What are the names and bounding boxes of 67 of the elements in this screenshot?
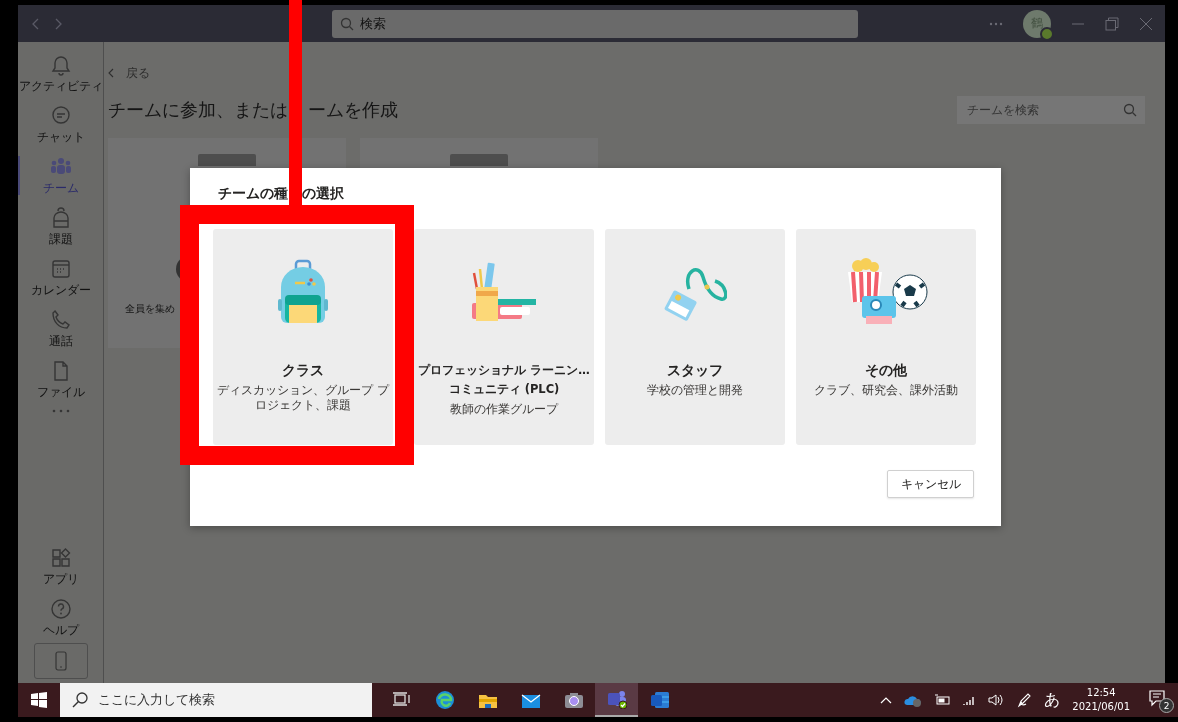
sidebar-item[interactable]: ヘルプ bbox=[17, 592, 104, 643]
sidebar-item[interactable]: 課題 bbox=[17, 201, 104, 252]
card-title: プロフェッショナル ラーニン… bbox=[418, 362, 590, 379]
chevron-left-icon bbox=[108, 68, 114, 78]
help-icon bbox=[48, 596, 73, 621]
card-header bbox=[198, 154, 256, 166]
clock[interactable]: 12:54 2021/06/01 bbox=[1072, 686, 1130, 714]
mobile-phone-icon bbox=[54, 651, 67, 671]
card-title: スタッフ bbox=[667, 361, 723, 380]
pencil-cup-and-books-drawing bbox=[472, 262, 536, 321]
page-heading: チームに参加、または bbox=[108, 99, 288, 122]
team-type-card[interactable]: プロフェッショナル ラーニン… コミュニティ (PLC) 教師の作業グループ bbox=[414, 229, 594, 445]
sidebar-item[interactable]: 通話 bbox=[17, 303, 104, 354]
card-description: 教師の作業グループ bbox=[449, 401, 560, 417]
restore-icon[interactable] bbox=[1105, 16, 1119, 31]
battery-icon[interactable] bbox=[934, 694, 951, 706]
clock-date: 2021/06/01 bbox=[1072, 700, 1130, 714]
search-field[interactable]: 検索 bbox=[332, 9, 858, 38]
page-heading: ームを作成 bbox=[308, 99, 398, 122]
lanyard-badge-drawing bbox=[663, 268, 727, 321]
sidebar-item[interactable]: アプリ bbox=[17, 541, 104, 592]
dialog-title: チームの種 bbox=[218, 185, 288, 203]
sidebar-item[interactable]: チャット bbox=[17, 99, 104, 150]
search-placeholder: チームを検索 bbox=[967, 101, 1039, 119]
search-icon bbox=[340, 16, 354, 31]
taskbar-app[interactable] bbox=[595, 683, 638, 717]
browser-icon bbox=[434, 690, 455, 710]
sidebar-item[interactable]: ファイル bbox=[17, 354, 104, 405]
search-placeholder: 検索 bbox=[360, 14, 386, 33]
clock-time: 12:54 bbox=[1086, 686, 1116, 700]
sidebar-item[interactable]: チーム bbox=[17, 150, 104, 201]
document-app-icon bbox=[649, 690, 670, 710]
notification-icon bbox=[1148, 689, 1166, 707]
input-method-indicator[interactable]: あ bbox=[1044, 689, 1061, 711]
chat-app-icon bbox=[606, 689, 627, 709]
team-search-field[interactable]: チームを検索 bbox=[957, 96, 1145, 124]
cancel-button[interactable]: キャンセル bbox=[887, 470, 974, 498]
card-description: ディスカッション、グループ プロジェクト、課題 bbox=[216, 382, 391, 413]
team-type-card[interactable]: スタッフ 学校の管理と開発 bbox=[605, 229, 785, 445]
card-description: クラブ、研究会、課外活動 bbox=[813, 382, 959, 398]
cloud-icon[interactable] bbox=[904, 693, 923, 707]
card-title: その他 bbox=[865, 361, 907, 380]
backpack-drawing bbox=[278, 259, 328, 323]
search-icon bbox=[72, 692, 88, 708]
close-icon[interactable] bbox=[1139, 16, 1153, 31]
taskbar-search-field[interactable]: ここに入力して検索 bbox=[60, 683, 372, 717]
more-options-icon[interactable] bbox=[989, 21, 1003, 26]
search-icon bbox=[1123, 103, 1137, 117]
sidebar-item[interactable]: アクティビティ bbox=[17, 48, 104, 99]
windows-start-icon[interactable] bbox=[31, 692, 47, 708]
notification-badge: 2 bbox=[1159, 698, 1174, 713]
team-type-card[interactable]: その他 クラブ、研究会、課外活動 bbox=[796, 229, 976, 445]
card-description: 学校の管理と開発 bbox=[646, 382, 744, 398]
search-placeholder: ここに入力して検索 bbox=[98, 691, 215, 709]
card-description: 全員を集め bbox=[125, 302, 175, 316]
card-header bbox=[450, 154, 508, 166]
back-link[interactable]: 戻る bbox=[108, 64, 1165, 82]
chevron-up-icon[interactable] bbox=[880, 696, 893, 704]
pen-icon[interactable] bbox=[1016, 692, 1033, 708]
sidebar-item[interactable]: カレンダー bbox=[17, 252, 104, 303]
card-title: コミュニティ (PLC) bbox=[448, 381, 560, 398]
volume-icon[interactable] bbox=[988, 693, 1005, 707]
camera-icon bbox=[563, 690, 584, 710]
card-title: クラス bbox=[282, 361, 324, 380]
dialog-title: の選択 bbox=[302, 185, 344, 203]
signal-icon[interactable] bbox=[962, 694, 977, 706]
team-type-card[interactable]: クラス ディスカッション、グループ プロジェクト、課題 bbox=[213, 229, 393, 445]
